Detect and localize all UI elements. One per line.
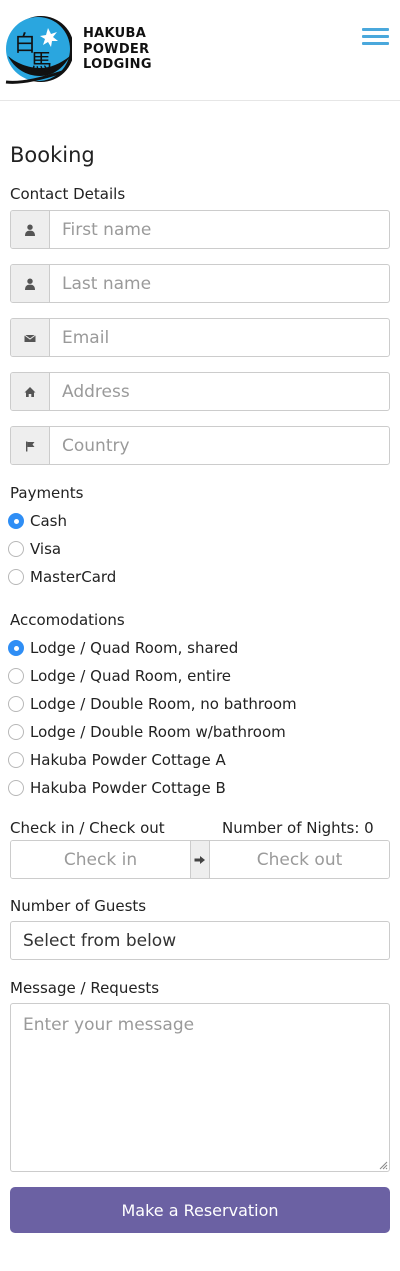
resize-handle-icon[interactable] [378,1160,388,1170]
message-requests-label: Message / Requests [10,979,160,997]
country-field [10,426,390,465]
address-field [10,372,390,411]
payment-option-label: MasterCard [30,568,117,586]
radio-button[interactable] [8,541,24,557]
message-textarea[interactable] [10,1003,390,1172]
user-icon [11,265,50,302]
number-of-guests-label: Number of Guests [10,897,147,915]
brand-line-2: POWDER [83,41,150,57]
email-input[interactable] [50,319,389,356]
radio-button[interactable] [8,668,24,684]
radio-button[interactable] [8,752,24,768]
accommodation-option[interactable]: Hakuba Powder Cottage B [8,777,226,799]
radio-button[interactable] [8,780,24,796]
payments-label: Payments [10,484,84,502]
brand-line-3: LODGING [83,57,152,72]
address-input[interactable] [50,373,389,410]
user-icon [11,211,50,248]
hamburger-menu-icon[interactable] [362,28,389,48]
number-of-nights-label: Number of Nights: 0 [222,819,374,837]
check-in-input[interactable] [11,841,190,878]
radio-button[interactable] [8,724,24,740]
date-range-field [10,840,390,879]
logo-icon[interactable]: 白 馬 [4,12,72,86]
accommodation-option[interactable]: Lodge / Double Room w/bathroom [8,721,286,743]
make-reservation-button[interactable]: Make a Reservation [10,1187,390,1233]
accommodation-option-label: Hakuba Powder Cottage B [30,779,226,797]
last-name-field [10,264,390,303]
check-in-check-out-label: Check in / Check out [10,819,165,837]
site-header: 白 馬 HAKUBA POWDER LODGING [0,0,400,101]
radio-button[interactable] [8,696,24,712]
brand-line-1: HAKUBA [83,26,147,41]
accommodation-option-label: Hakuba Powder Cottage A [30,751,226,769]
first-name-field [10,210,390,249]
payment-option-mastercard[interactable]: MasterCard [8,566,116,588]
envelope-icon [11,319,50,356]
accommodations-label: Accomodations [10,611,125,629]
accommodation-option-label: Lodge / Quad Room, entire [30,667,232,685]
email-field [10,318,390,357]
last-name-input[interactable] [50,265,389,302]
flag-icon [11,427,50,464]
radio-button-checked[interactable] [8,513,24,529]
accommodation-option[interactable]: Lodge / Quad Room, entire [8,665,231,687]
radio-button[interactable] [8,569,24,585]
country-input[interactable] [50,427,389,464]
accommodation-option[interactable]: Hakuba Powder Cottage A [8,749,226,771]
home-icon [11,373,50,410]
payment-option-label: Cash [30,512,67,530]
payment-option-label: Visa [30,540,62,558]
radio-button-checked[interactable] [8,640,24,656]
accommodation-option[interactable]: Lodge / Quad Room, shared [8,637,238,659]
guests-select[interactable]: Select from below [10,921,390,960]
page-title: Booking [10,143,95,167]
check-out-input[interactable] [210,841,389,878]
accommodation-option-label: Lodge / Double Room, no bathroom [30,695,297,713]
brand-name[interactable]: HAKUBA POWDER LODGING [83,26,152,73]
svg-text:馬: 馬 [30,51,52,76]
payment-option-cash[interactable]: Cash [8,510,67,532]
accommodation-option-label: Lodge / Double Room w/bathroom [30,723,286,741]
accommodation-option[interactable]: Lodge / Double Room, no bathroom [8,693,297,715]
arrow-right-icon [190,841,210,878]
payment-option-visa[interactable]: Visa [8,538,61,560]
accommodation-option-label: Lodge / Quad Room, shared [30,639,239,657]
first-name-input[interactable] [50,211,389,248]
contact-details-label: Contact Details [10,185,126,203]
